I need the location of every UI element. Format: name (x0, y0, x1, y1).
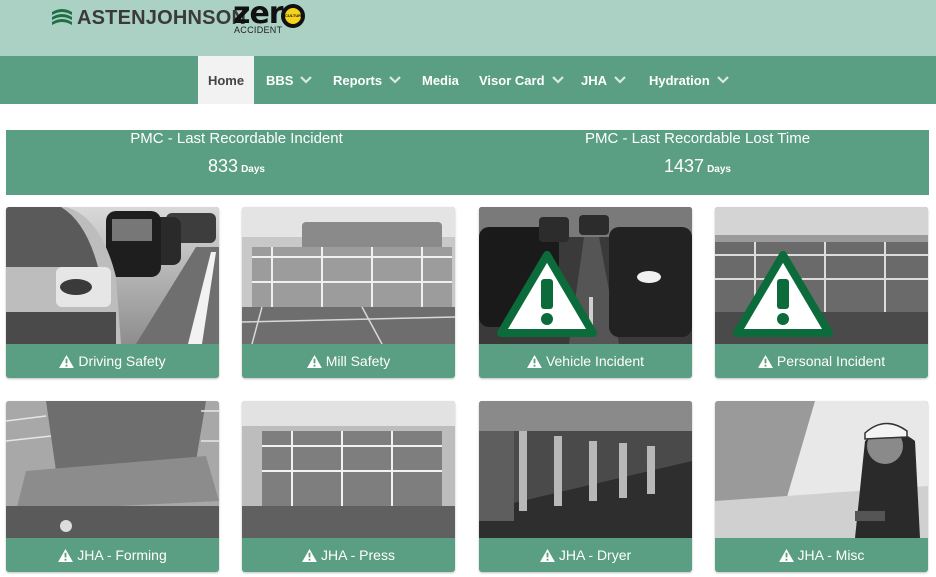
stat-unit: Days (707, 164, 731, 175)
main-nav: Home BBS Reports Media Visor Card JHA Hy… (0, 56, 936, 104)
astenjohnson-logo[interactable]: ASTENJOHNSON (50, 6, 246, 30)
tile-label: Driving Safety (6, 344, 219, 378)
zero-logo-subtitle: ACCIDENT (234, 25, 283, 35)
nav-item-media[interactable]: Media (422, 56, 459, 104)
mill-warning-photo (715, 207, 928, 344)
nav-item-hydration[interactable]: Hydration (649, 56, 729, 104)
nav-item-bbs[interactable]: BBS (266, 56, 313, 104)
nav-item-label: JHA (581, 72, 608, 88)
header: ASTENJOHNSON zer CULTURE ACCIDENT (0, 0, 936, 56)
stat-title: PMC - Last Recordable Lost Time (584, 130, 811, 147)
chevron-down-icon (389, 76, 401, 84)
stat-value-row: 833 Days (6, 155, 467, 181)
tile-label: JHA - Dryer (479, 538, 692, 572)
tile-label: JHA - Misc (715, 538, 928, 572)
tile-label: Mill Safety (242, 344, 455, 378)
stat-value: 833 (208, 156, 239, 176)
tile-label-text: JHA - Press (321, 547, 395, 563)
warning-triangle-icon (757, 354, 773, 368)
dryer-section-photo (479, 401, 692, 538)
worker-photo (715, 401, 928, 538)
nav-item-visor-card[interactable]: Visor Card (479, 56, 564, 104)
tile-jha-dryer[interactable]: JHA - Dryer (479, 401, 692, 572)
nav-item-home[interactable]: Home (198, 56, 254, 104)
forming-section-photo (6, 401, 219, 538)
nav-item-label: BBS (266, 72, 294, 88)
tile-jha-forming[interactable]: JHA - Forming (6, 401, 219, 572)
stat-unit: Days (241, 164, 265, 175)
chevron-down-icon (614, 76, 626, 84)
tile-label-text: Driving Safety (78, 353, 166, 369)
warning-triangle-icon (58, 548, 74, 562)
chevron-down-icon (551, 76, 564, 84)
astenjohnson-logo-mark-icon (52, 9, 72, 25)
stat-value-row: 1437 Days (467, 155, 928, 181)
warning-triangle-icon (733, 251, 833, 337)
tile-personal-incident[interactable]: Personal Incident (715, 207, 928, 378)
warning-triangle-icon (527, 354, 542, 368)
chevron-down-icon (716, 76, 729, 84)
tile-vehicle-incident[interactable]: Vehicle Incident (479, 207, 692, 378)
warning-triangle-icon (302, 548, 317, 562)
tile-label: JHA - Press (242, 538, 455, 572)
stat-value: 1437 (664, 156, 705, 176)
nav-item-label: Home (207, 72, 245, 88)
tile-label: Vehicle Incident (479, 344, 692, 378)
tile-label: Personal Incident (715, 344, 928, 378)
tile-label-text: JHA - Forming (77, 547, 167, 563)
tile-label-text: Mill Safety (325, 353, 391, 369)
nav-item-label: Reports (333, 72, 383, 88)
zero-logo-ring: CULTURE (281, 4, 305, 28)
traffic-photo (6, 207, 219, 344)
stat-last-recordable-incident: PMC - Last Recordable Incident 833 Days (6, 130, 467, 195)
tile-label-text: Vehicle Incident (545, 353, 645, 369)
stat-title: PMC - Last Recordable Incident (130, 130, 343, 147)
tile-mill-safety[interactable]: Mill Safety (242, 207, 455, 378)
tile-jha-press[interactable]: JHA - Press (242, 401, 455, 572)
warning-triangle-icon (778, 548, 794, 562)
nav-item-jha[interactable]: JHA (581, 56, 626, 104)
press-section-photo (242, 401, 455, 538)
traffic-warning-photo (479, 207, 692, 344)
warning-triangle-icon (497, 251, 597, 337)
incident-stats-banner: PMC - Last Recordable Incident 833 Days P… (6, 130, 929, 195)
nav-item-label: Visor Card (479, 72, 545, 88)
nav-item-reports[interactable]: Reports (333, 56, 401, 104)
warning-triangle-icon (539, 548, 555, 562)
tile-label: JHA - Forming (6, 538, 219, 572)
tile-driving-safety[interactable]: Driving Safety (6, 207, 219, 378)
stat-last-recordable-lost-time: PMC - Last Recordable Lost Time 1437 Days (467, 130, 928, 195)
tile-jha-misc[interactable]: JHA - Misc (715, 401, 928, 572)
tile-label-text: JHA - Misc (797, 547, 865, 563)
astenjohnson-logo-text: ASTENJOHNSON (77, 6, 247, 29)
nav-item-label: Hydration (649, 72, 710, 88)
paper-mill-photo (242, 207, 455, 344)
tile-label-text: Personal Incident (776, 353, 886, 369)
tile-label-text: JHA - Dryer (558, 547, 632, 563)
warning-triangle-icon (306, 354, 322, 368)
warning-triangle-icon (59, 354, 75, 368)
zero-logo-ring-text: CULTURE (285, 13, 304, 18)
chevron-down-icon (300, 76, 313, 84)
nav-item-label: Media (422, 72, 459, 88)
zero-accident-logo[interactable]: zer CULTURE ACCIDENT (233, 0, 313, 35)
